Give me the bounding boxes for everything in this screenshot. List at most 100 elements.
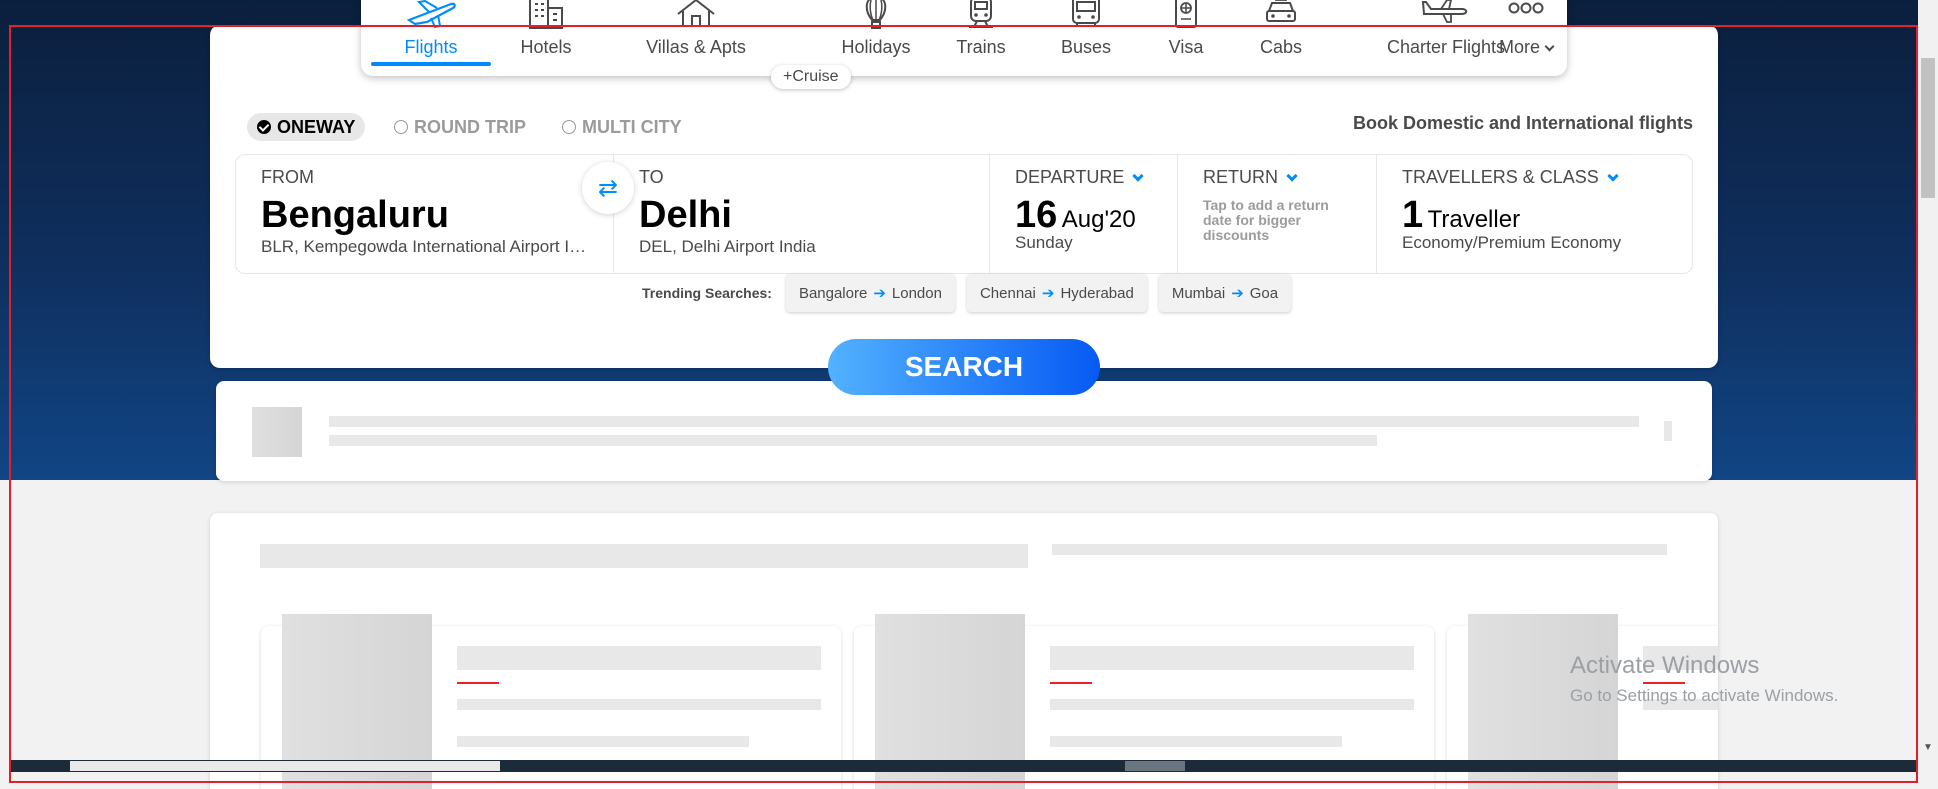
skeleton-line [260, 544, 1028, 568]
book-flights-text: Book Domestic and International flights [1352, 113, 1693, 133]
nav-cabs[interactable]: Cabs [1231, 0, 1331, 74]
to-city: Delhi [639, 194, 732, 236]
arrow-right-icon: ➔ [1231, 285, 1244, 302]
search-button[interactable]: SEARCH [828, 339, 1100, 395]
vertical-scroll-thumb[interactable] [1921, 58, 1935, 198]
trending-chip[interactable]: Mumbai ➔ Goa [1158, 274, 1292, 312]
skeleton-accent [1050, 682, 1092, 684]
to-field[interactable]: TO Delhi DEL, Delhi Airport India [614, 155, 990, 273]
horizontal-scroll-marker [1125, 761, 1185, 771]
radio-icon [394, 120, 408, 134]
skeleton-line [457, 699, 821, 710]
activate-windows-watermark: Activate Windows Go to Settings to activ… [1570, 652, 1838, 706]
nav-label: Villas & Apts [646, 37, 746, 57]
nav-holidays[interactable]: Holidays [816, 0, 936, 74]
skeleton-thumb [252, 407, 302, 457]
field-label: RETURN [1203, 167, 1278, 187]
traveller-unit: Traveller [1427, 206, 1521, 233]
skeleton-line [1050, 699, 1414, 710]
nav-buses[interactable]: Buses [1036, 0, 1136, 74]
return-hint: Tap to add a return date for bigger disc… [1203, 197, 1329, 243]
chip-from: Chennai [979, 284, 1036, 302]
nav-label: More [1498, 37, 1540, 57]
to-airport: DEL, Delhi Airport India [639, 237, 816, 256]
balloon-icon [865, 0, 887, 29]
cruise-tag: +Cruise [771, 65, 851, 89]
departure-month: Aug'20 [1061, 206, 1136, 233]
chevron-down-icon [1607, 169, 1619, 182]
radio-checked-icon [257, 120, 271, 134]
trip-option-label: ROUND TRIP [414, 117, 526, 137]
arrow-right-icon: ➔ [873, 285, 886, 302]
nav-label: Buses [1060, 37, 1112, 57]
nav-label: Visa [1168, 37, 1204, 57]
field-label: FROM [261, 167, 314, 187]
search-fields: FROM Bengaluru BLR, Kempegowda Internati… [235, 154, 1693, 274]
trip-option-label: ONEWAY [277, 117, 356, 137]
from-airport: BLR, Kempegowda International Airport In… [261, 237, 591, 256]
plane-icon [406, 0, 456, 29]
skeleton-line [329, 435, 1377, 446]
field-label: TO [639, 167, 664, 187]
from-field[interactable]: FROM Bengaluru BLR, Kempegowda Internati… [236, 155, 614, 273]
nav-visa[interactable]: Visa [1136, 0, 1236, 74]
jet-icon [1421, 0, 1468, 23]
trip-option-roundtrip[interactable]: ROUND TRIP [394, 113, 526, 141]
skeleton-line [1050, 646, 1414, 670]
trending-chip[interactable]: Bangalore ➔ London [785, 274, 955, 312]
nav-label: Cabs [1259, 37, 1303, 57]
departure-field[interactable]: DEPARTURE 16 Aug'20 Sunday [990, 155, 1178, 273]
return-field[interactable]: RETURN Tap to add a return date for bigg… [1178, 155, 1377, 273]
loading-offers [210, 513, 1718, 789]
departure-day: 16 [1015, 194, 1058, 236]
chip-from: Mumbai [1171, 284, 1226, 302]
swap-icon: ⇄ [597, 174, 619, 202]
chevron-down-icon [1286, 169, 1298, 182]
nav-trains[interactable]: Trains [931, 0, 1031, 74]
trip-option-oneway[interactable]: ONEWAY [247, 113, 366, 141]
more-dots-icon [1508, 2, 1544, 14]
traveller-class: Economy/Premium Economy [1402, 233, 1622, 252]
watermark-title: Activate Windows [1570, 652, 1760, 679]
chip-to: London [891, 284, 942, 302]
nav-flights[interactable]: Flights [371, 0, 491, 74]
active-underline [371, 62, 491, 66]
passport-icon [1175, 0, 1197, 28]
arrow-right-icon: ➔ [1041, 285, 1055, 302]
skeleton-line [329, 416, 1639, 427]
skeleton-line [1050, 736, 1342, 747]
skeleton-line [1052, 544, 1667, 555]
skeleton-accent [457, 682, 499, 684]
trip-option-multicity[interactable]: MULTI CITY [562, 113, 682, 141]
trending-chip[interactable]: Chennai ➔ Hyderabad [966, 274, 1147, 312]
skeleton-line [457, 736, 749, 747]
house-icon [677, 0, 715, 27]
skeleton-line [457, 646, 821, 670]
field-label: DEPARTURE [1015, 167, 1125, 187]
field-label: TRAVELLERS & CLASS [1402, 167, 1599, 187]
nav-hotels[interactable]: Hotels [496, 0, 596, 74]
watermark-subtitle: Go to Settings to activate Windows. [1570, 686, 1839, 705]
nav-villas[interactable]: Villas & Apts [606, 0, 786, 74]
taxi-icon [1266, 0, 1296, 22]
trending-label: Trending Searches: [642, 285, 772, 301]
traveller-count: 1 [1402, 194, 1424, 236]
loading-banner [216, 381, 1712, 481]
nav-label: Hotels [520, 37, 572, 57]
nav-label: Holidays [841, 37, 911, 57]
product-nav: Flights Hotels Villas & Apts Holidays Tr… [361, 0, 1567, 76]
horizontal-scroll-thumb[interactable] [70, 761, 500, 771]
building-icon [529, 0, 563, 29]
travellers-field[interactable]: TRAVELLERS & CLASS 1 Traveller Economy/P… [1377, 155, 1693, 273]
trip-option-label: MULTI CITY [582, 117, 682, 137]
bus-icon [1072, 0, 1100, 27]
nav-more[interactable]: More [1481, 0, 1571, 74]
chip-from: Bangalore [798, 284, 868, 302]
from-city: Bengaluru [261, 194, 449, 236]
swap-cities-button[interactable]: ⇄ [582, 162, 634, 214]
chip-to: Hyderabad [1060, 284, 1134, 302]
scroll-down-icon[interactable]: ▼ [1923, 742, 1933, 753]
chevron-down-icon [1132, 169, 1145, 182]
search-widget: ONEWAY ROUND TRIP MULTI CITY Book Domest… [210, 25, 1718, 368]
train-icon [969, 0, 993, 28]
